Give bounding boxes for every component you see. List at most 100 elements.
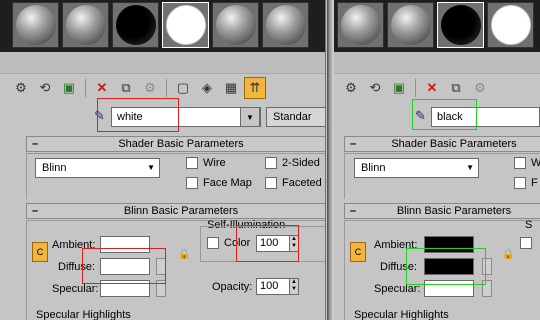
make-copy-icon[interactable]: ⧉	[445, 77, 467, 99]
make-unique-icon[interactable]: ⚙	[469, 77, 491, 99]
material-name-field[interactable]: white	[111, 107, 261, 127]
reset-icon[interactable]: ✕	[421, 77, 443, 99]
show-end-result-icon[interactable]: ⇈	[244, 77, 266, 99]
shader-rollout-header[interactable]: – Shader Basic Parameters	[26, 136, 325, 152]
face-map-checkbox[interactable]: F	[514, 177, 538, 189]
self-illum-color-checkbox[interactable]	[520, 237, 532, 249]
get-material-icon[interactable]: ⚙	[340, 77, 362, 99]
collapse-icon: –	[32, 205, 39, 217]
specular-highlights-title: Specular Highlights	[354, 309, 449, 320]
reset-icon[interactable]: ✕	[91, 77, 113, 99]
wire-label: Wire	[203, 157, 226, 169]
diffuse-color-swatch[interactable]	[424, 258, 474, 275]
sample-slot-4-selected[interactable]	[162, 2, 209, 48]
toolbar-separator	[166, 79, 167, 97]
wire-checkbox[interactable]: Wire	[186, 157, 226, 169]
ambient-color-swatch[interactable]	[100, 236, 150, 253]
material-toolbar: ⚙ ⟲ ▣ ✕ ⧉ ⚙ ▢ ◈ ▦ ⇈	[10, 77, 325, 99]
sphere-icon	[15, 5, 56, 45]
material-id-icon[interactable]: ◈	[196, 77, 218, 99]
opacity-value[interactable]: 100	[256, 278, 290, 295]
face-map-checkbox[interactable]: Face Map	[186, 177, 252, 189]
chevron-down-icon: ▼	[147, 163, 155, 172]
make-copy-icon[interactable]: ⧉	[115, 77, 137, 99]
eyedropper-icon[interactable]: ✎	[415, 108, 429, 124]
panel-divider	[327, 0, 334, 320]
put-to-scene-icon[interactable]: ⟲	[364, 77, 386, 99]
sample-slot-2[interactable]	[387, 2, 434, 48]
toolbar-separator	[415, 79, 416, 97]
checkbox-box	[514, 177, 526, 189]
material-name-field[interactable]: black	[431, 107, 540, 127]
sample-slot-2[interactable]	[62, 2, 109, 48]
specular-color-swatch[interactable]	[424, 280, 474, 297]
sphere-icon	[440, 5, 481, 45]
material-editor-left: ⚙ ⟲ ▣ ✕ ⧉ ⚙ ▢ ◈ ▦ ⇈ ✎ white ▼ Standar – S…	[0, 0, 326, 320]
make-unique-icon[interactable]: ⚙	[139, 77, 161, 99]
sample-slot-3-selected[interactable]	[437, 2, 484, 48]
lock-icon[interactable]: 🔒	[178, 249, 190, 263]
two-sided-checkbox[interactable]: 2-Sided	[265, 157, 320, 169]
specular-map-button[interactable]	[156, 280, 166, 297]
sample-slots	[334, 0, 540, 52]
material-type-button[interactable]: Standar	[266, 107, 325, 127]
shader-type-dropdown[interactable]: Blinn ▼	[35, 158, 160, 178]
sample-slots	[0, 0, 325, 52]
diffuse-color-swatch[interactable]	[100, 258, 150, 275]
get-material-icon[interactable]: ⚙	[10, 77, 32, 99]
checkbox-box	[520, 237, 532, 249]
diffuse-map-button[interactable]	[482, 258, 492, 275]
sphere-icon	[265, 5, 306, 45]
assign-material-icon[interactable]: ▣	[58, 77, 80, 99]
checkbox-box	[265, 177, 277, 189]
sample-slot-5[interactable]	[212, 2, 259, 48]
lock-ambient-diffuse-button[interactable]: C	[32, 242, 48, 262]
sample-slot-1[interactable]	[12, 2, 59, 48]
ambient-label: Ambient:	[52, 239, 96, 251]
sample-slot-1[interactable]	[337, 2, 384, 48]
self-illum-color-checkbox[interactable]: Color	[207, 237, 250, 249]
sphere-icon	[340, 5, 381, 45]
specular-map-button[interactable]	[482, 280, 492, 297]
chevron-down-icon: ▼	[466, 163, 474, 172]
self-illumination-title: S	[525, 219, 533, 231]
ambient-color-swatch[interactable]	[424, 236, 474, 253]
sample-slot-6[interactable]	[262, 2, 309, 48]
face-map-label: F	[531, 177, 538, 189]
show-map-icon[interactable]: ▦	[220, 77, 242, 99]
opacity-spinner[interactable]: 100 ▲ ▼	[256, 278, 299, 295]
blinn-rollout-header[interactable]: – Blinn Basic Parameters	[344, 203, 540, 219]
put-to-scene-icon[interactable]: ⟲	[34, 77, 56, 99]
rollout-title: Shader Basic Parameters	[391, 138, 517, 150]
checkbox-box	[186, 177, 198, 189]
eyedropper-icon[interactable]: ✎	[94, 108, 108, 124]
lock-ambient-diffuse-button[interactable]: C	[350, 242, 366, 262]
lock-icon[interactable]: 🔒	[502, 249, 514, 263]
two-sided-label: 2-Sided	[282, 157, 320, 169]
sphere-icon	[215, 5, 256, 45]
material-name-row: ✎ black	[334, 104, 540, 128]
ambient-label: Ambient:	[374, 239, 418, 251]
faceted-checkbox[interactable]: Faceted	[265, 177, 322, 189]
wire-checkbox[interactable]: Wi	[514, 157, 540, 169]
diffuse-label: Diffuse:	[58, 261, 96, 273]
specular-color-swatch[interactable]	[100, 280, 150, 297]
sample-slot-4[interactable]	[487, 2, 534, 48]
checkbox-box	[207, 237, 219, 249]
spinner-arrows-icon[interactable]: ▲ ▼	[290, 278, 299, 295]
slot-scroll-area	[334, 52, 540, 74]
put-to-library-icon[interactable]: ▢	[172, 77, 194, 99]
blinn-rollout-header[interactable]: – Blinn Basic Parameters	[26, 203, 325, 219]
diffuse-map-button[interactable]	[156, 258, 166, 275]
sample-slot-3[interactable]	[112, 2, 159, 48]
self-illum-value[interactable]: 100	[256, 235, 290, 252]
checkbox-box	[514, 157, 526, 169]
shader-rollout-header[interactable]: – Shader Basic Parameters	[344, 136, 540, 152]
assign-material-icon[interactable]: ▣	[388, 77, 410, 99]
spinner-arrows-icon[interactable]: ▲ ▼	[290, 235, 299, 252]
self-illum-spinner[interactable]: 100 ▲ ▼	[256, 235, 299, 252]
face-map-label: Face Map	[203, 177, 252, 189]
material-name-dropdown-arrow[interactable]: ▼	[240, 107, 260, 127]
shader-type-dropdown[interactable]: Blinn ▼	[354, 158, 479, 178]
specular-highlights-title: Specular Highlights	[36, 309, 131, 320]
